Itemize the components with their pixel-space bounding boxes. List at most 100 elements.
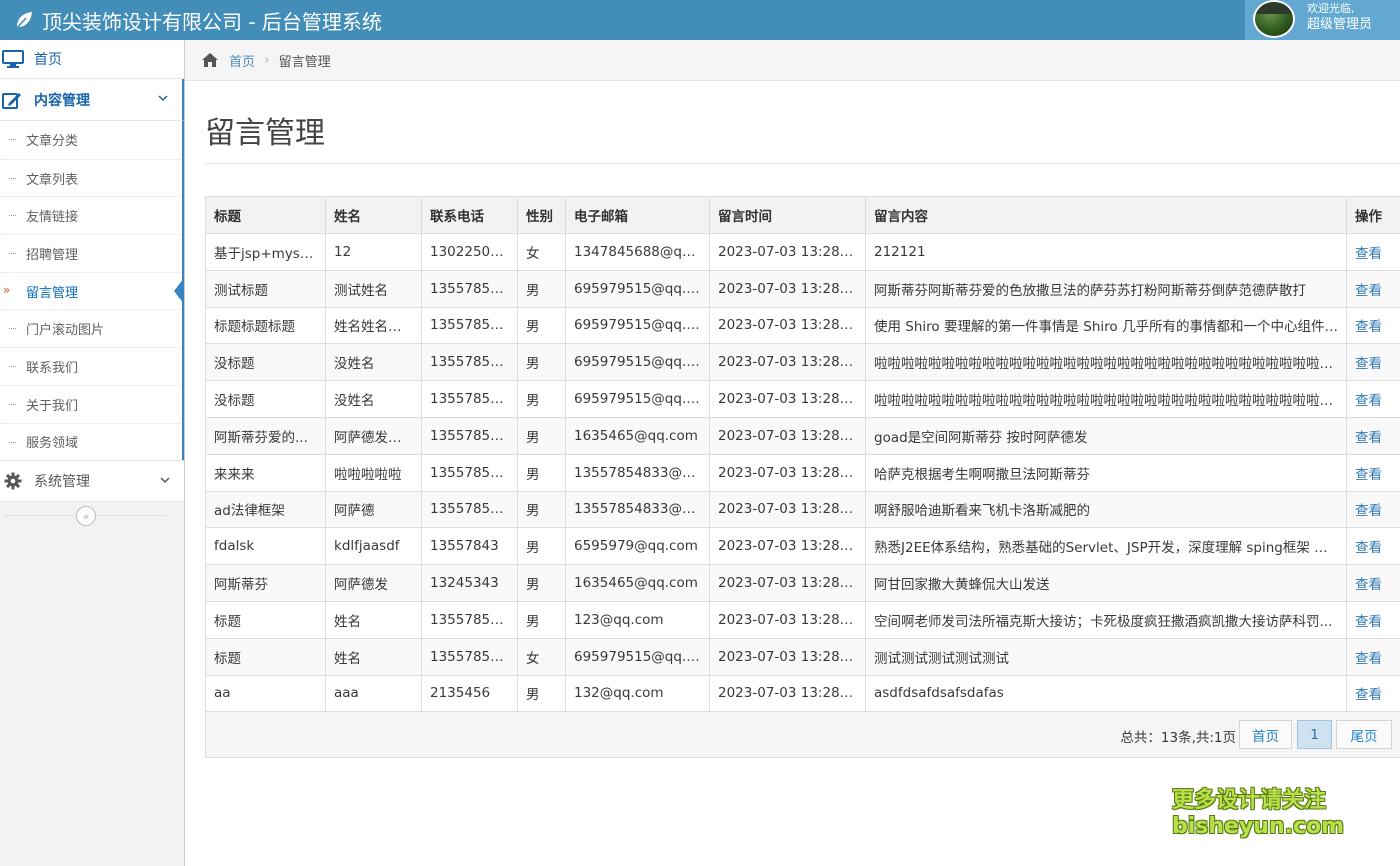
sidebar-item-label: 服务领域 — [26, 436, 79, 452]
title-cell: 标题标题标题 — [205, 306, 326, 345]
view-link[interactable]: 查看 — [1346, 233, 1400, 271]
sidebar-item-label: 关于我们 — [26, 398, 79, 414]
sidebar-item-service-areas[interactable]: 服务领域 — [0, 422, 182, 461]
content-cell: 啊舒服哈迪斯看来飞机卡洛斯减肥的 — [865, 490, 1347, 529]
divider — [205, 163, 1400, 164]
gender-cell: 女 — [517, 233, 566, 271]
collapse-sidebar-button[interactable]: « — [76, 506, 96, 527]
table-row: 标题 姓名 13557854... 女 695979515@qq.c... 2023-07… — [205, 637, 1400, 676]
view-link[interactable]: 查看 — [1346, 306, 1400, 345]
leaf-icon — [15, 12, 32, 30]
desktop-icon — [2, 50, 24, 68]
home-icon — [202, 53, 218, 67]
content-submenu: 文章分类 文章列表 友情链接 招聘管理 » 留言管理 门户滚动图片 联系我们 关… — [0, 121, 184, 461]
time-cell: 2023-07-03 13:28:16 — [709, 674, 866, 713]
gender-cell: 男 — [517, 306, 566, 345]
view-link[interactable]: 查看 — [1346, 637, 1400, 676]
column-header: 联系电话 — [421, 196, 518, 234]
view-link[interactable]: 查看 — [1346, 674, 1400, 713]
content-cell: asdfdsafdsafsdafas — [865, 674, 1347, 713]
title-cell: 基于jsp+mysql... — [205, 233, 326, 271]
view-link[interactable]: 查看 — [1346, 490, 1400, 529]
sidebar-item-friend-links[interactable]: 友情链接 — [0, 196, 182, 234]
sidebar-item-carousel-images[interactable]: 门户滚动图片 — [0, 309, 182, 347]
column-header: 操作 — [1346, 196, 1400, 234]
view-link[interactable]: 查看 — [1346, 269, 1400, 308]
content-cell: 阿斯蒂芬阿斯蒂芬爱的色放撒旦法的萨芬苏打粉阿斯蒂芬倒萨范德萨散打 — [865, 269, 1347, 308]
table-row: 测试标题 测试姓名 13557854... 男 695979515@qq.c... 202… — [205, 269, 1400, 308]
sidebar-item-home[interactable]: 首页 — [0, 40, 184, 79]
phone-cell: 13557854... — [421, 490, 518, 529]
column-header: 留言时间 — [709, 196, 866, 234]
sidebar-item-contact-us[interactable]: 联系我们 — [0, 347, 182, 385]
first-page-button[interactable]: 首页 — [1239, 720, 1292, 749]
view-link[interactable]: 查看 — [1346, 527, 1400, 566]
watermark-line: bisheyun.com — [1172, 814, 1345, 839]
title-cell: 没标题 — [205, 343, 326, 382]
time-cell: 2023-07-03 13:28:16 — [709, 343, 866, 382]
title-cell: 标题 — [205, 637, 326, 676]
view-link[interactable]: 查看 — [1346, 600, 1400, 639]
sidebar-item-messages[interactable]: » 留言管理 — [0, 271, 184, 310]
email-cell: 695979515@qq.c... — [565, 380, 710, 418]
name-cell: kdlfjaasdf — [325, 527, 422, 566]
current-page-button[interactable]: 1 — [1297, 720, 1332, 749]
time-cell: 2023-07-03 13:28:16 — [709, 306, 866, 345]
phone-cell: 13557854... — [421, 269, 518, 308]
email-cell: 123@qq.com — [565, 600, 710, 639]
content-cell: 使用 Shiro 要理解的第一件事情是 Shiro 几乎所有的事情都和一个中心组… — [865, 306, 1347, 345]
sidebar-item-article-category[interactable]: 文章分类 — [0, 121, 182, 159]
view-link[interactable]: 查看 — [1346, 380, 1400, 418]
breadcrumb-home-link[interactable]: 首页 — [229, 51, 255, 70]
gender-cell: 男 — [517, 453, 566, 492]
email-cell: 1635465@qq.com — [565, 416, 710, 455]
name-cell: 阿萨德 — [325, 490, 422, 529]
email-cell: 695979515@qq.c... — [565, 343, 710, 382]
content-cell: 测试测试测试测试测试 — [865, 637, 1347, 676]
email-cell: 1635465@qq.com — [565, 564, 710, 602]
title-cell: 标题 — [205, 600, 326, 639]
view-link[interactable]: 查看 — [1346, 453, 1400, 492]
gender-cell: 男 — [517, 674, 566, 713]
name-cell: 没姓名 — [325, 343, 422, 382]
phone-cell: 13557854... — [421, 380, 518, 418]
table-row: aa aaa 2135456 男 132@qq.com 2023-07-03 13:28:… — [205, 674, 1400, 713]
table-row: 阿斯蒂芬爱的... 阿萨德发生... 13557854... 男 1635465@qq.… — [205, 416, 1400, 455]
active-pointer-icon — [174, 277, 184, 304]
avatar[interactable] — [1253, 0, 1295, 38]
sidebar-item-recruitment[interactable]: 招聘管理 — [0, 234, 182, 272]
view-link[interactable]: 查看 — [1346, 564, 1400, 602]
brand[interactable]: 顶尖装饰设计有限公司 - 后台管理系统 — [14, 3, 382, 37]
sidebar-group-label: 系统管理 — [34, 474, 90, 491]
phone-cell: 13557854... — [421, 306, 518, 345]
sidebar-item-article-list[interactable]: 文章列表 — [0, 158, 182, 197]
phone-cell: 13557854... — [421, 343, 518, 382]
time-cell: 2023-07-03 13:28:16 — [709, 416, 866, 455]
phone-cell: 13557854... — [421, 453, 518, 492]
sidebar-item-about-us[interactable]: 关于我们 — [0, 384, 182, 423]
watermark-line: 更多设计请关注 — [1172, 788, 1327, 813]
last-page-button[interactable]: 尾页 — [1336, 720, 1392, 749]
sidebar-group-system[interactable]: 系统管理 — [0, 460, 184, 503]
gender-cell: 男 — [517, 343, 566, 382]
content-cell: 哈萨克根据考生啊啊撒旦法阿斯蒂芬 — [865, 453, 1347, 492]
content-cell: 阿甘回家撒大黄蜂侃大山发送 — [865, 564, 1347, 602]
email-cell: 695979515@qq.c... — [565, 637, 710, 676]
chevron-down-icon — [160, 477, 170, 484]
phone-cell: 13557843 — [421, 527, 518, 566]
table-row: 没标题 没姓名 13557854... 男 695979515@qq.c... 2023-… — [205, 380, 1400, 418]
user-menu[interactable]: 欢迎光临, 超级管理员 — [1245, 0, 1400, 40]
sidebar-group-content[interactable]: 内容管理 — [0, 79, 184, 121]
sidebar-collapse: « — [0, 502, 184, 530]
view-link[interactable]: 查看 — [1346, 416, 1400, 455]
view-link[interactable]: 查看 — [1346, 343, 1400, 382]
phone-cell: 13022500... — [421, 233, 518, 271]
email-cell: 13557854833@1... — [565, 490, 710, 529]
breadcrumb-separator-icon: › — [264, 52, 270, 68]
table-row: 没标题 没姓名 13557854... 男 695979515@qq.c... 2023-… — [205, 343, 1400, 382]
email-cell: 13557854833@1... — [565, 453, 710, 492]
gender-cell: 男 — [517, 380, 566, 418]
table-row: fdalsk kdlfjaasdf 13557843 男 6595979@qq.com 2… — [205, 527, 1400, 566]
time-cell: 2023-07-03 13:28:16 — [709, 527, 866, 566]
edit-icon — [2, 92, 21, 109]
